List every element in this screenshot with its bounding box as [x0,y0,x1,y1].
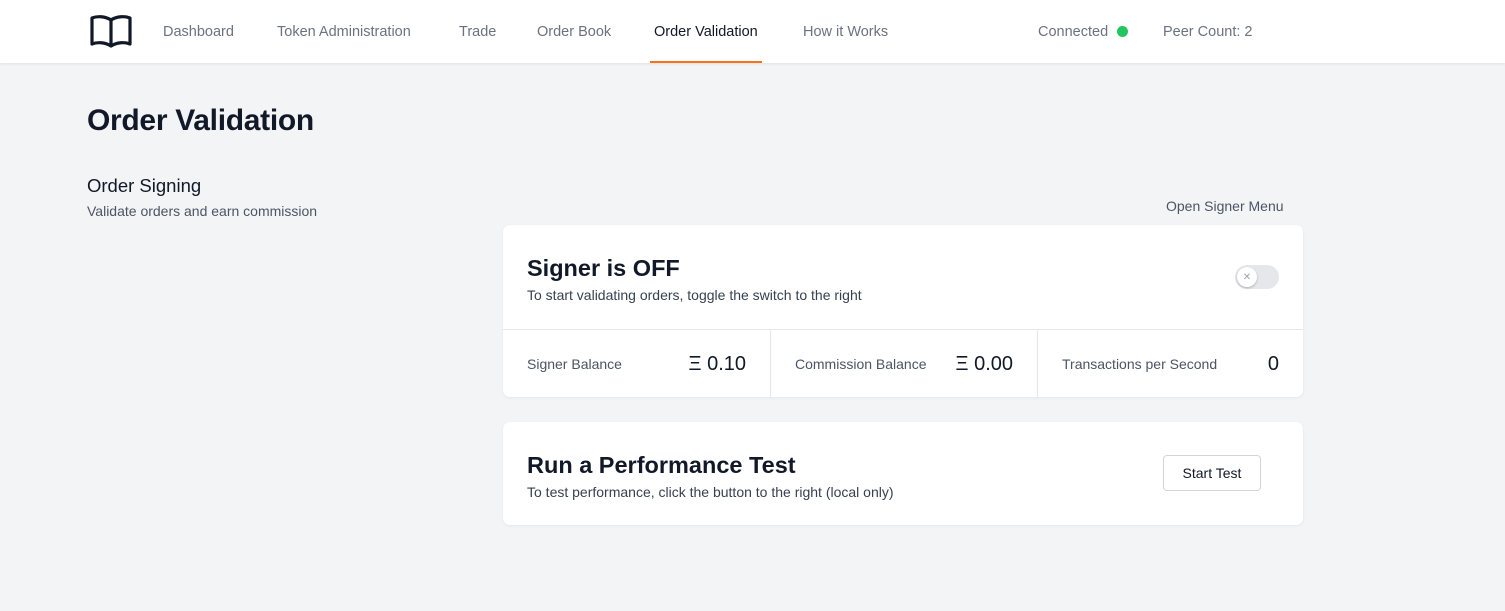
stat-label: Transactions per Second [1062,356,1218,372]
section-title: Order Signing [87,175,202,196]
peer-count: Peer Count: 2 [1163,23,1253,40]
stat-signer-balance: Signer Balance Ξ 0.10 [503,330,770,398]
stat-transactions-per-second: Transactions per Second 0 [1037,330,1303,398]
signer-stats: Signer Balance Ξ 0.10 Commission Balance… [503,329,1303,398]
signer-status-heading: Signer is OFF [527,255,680,281]
signer-status-subtext: To start validating orders, toggle the s… [527,287,862,303]
nav-dashboard[interactable]: Dashboard [163,0,234,63]
top-navigation: Dashboard Token Administration Trade Ord… [0,0,1505,63]
stat-value: 0 [1267,352,1279,375]
nav-trade[interactable]: Trade [459,0,496,63]
nav-how-it-works[interactable]: How it Works [803,0,888,63]
start-test-button[interactable]: Start Test [1163,455,1261,491]
section-description: Validate orders and earn commission [87,203,318,219]
stat-label: Commission Balance [795,356,927,372]
nav-order-book[interactable]: Order Book [537,0,611,63]
open-book-icon[interactable] [89,13,133,49]
open-signer-menu-link[interactable]: Open Signer Menu [1166,198,1284,214]
connected-dot-icon [1117,26,1129,37]
stat-commission-balance: Commission Balance Ξ 0.00 [770,330,1037,398]
stat-label: Signer Balance [527,356,622,372]
stat-value: Ξ 0.00 [955,352,1013,375]
nav-order-validation[interactable]: Order Validation [650,0,762,63]
signer-toggle[interactable]: ✕ [1235,265,1279,289]
nav-token-administration[interactable]: Token Administration [277,0,411,63]
performance-test-card: Run a Performance Test To test performan… [503,422,1303,525]
signer-card: Signer is OFF To start validating orders… [503,225,1303,398]
page-title: Order Validation [87,104,314,137]
performance-test-subtext: To test performance, click the button to… [527,484,894,500]
x-icon: ✕ [1237,267,1257,287]
performance-test-heading: Run a Performance Test [527,452,796,478]
stat-value: Ξ 0.10 [688,352,746,375]
connection-status: Connected [1038,0,1129,63]
connection-label: Connected [1038,23,1109,40]
